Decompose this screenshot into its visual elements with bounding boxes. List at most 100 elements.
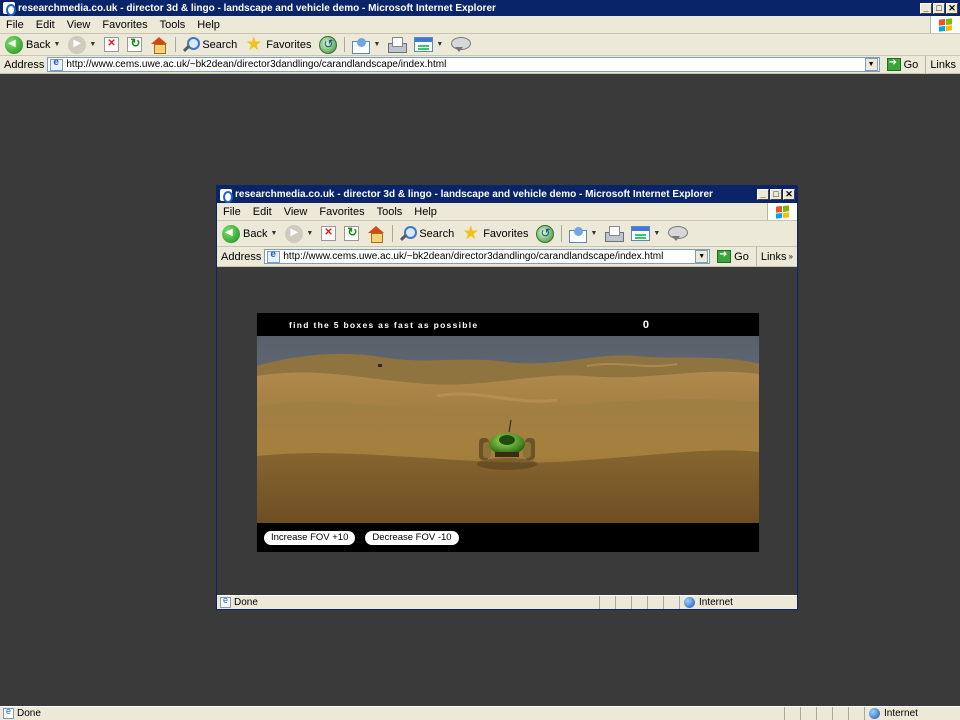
go-button[interactable]: Go — [713, 249, 753, 263]
game-viewport[interactable]: find the 5 boxes as fast as possible 0 I… — [257, 313, 759, 552]
close-button[interactable]: ✕ — [946, 2, 958, 14]
outer-toolbar: Back▼ ▼ Search Favorites ▼ ▼ — [0, 33, 960, 56]
back-label: Back — [26, 38, 51, 51]
chevron-down-icon[interactable]: ▼ — [53, 41, 60, 48]
menu-favorites[interactable]: Favorites — [96, 19, 153, 31]
page-done-icon — [3, 706, 14, 719]
mail-icon — [352, 37, 371, 54]
menu-edit[interactable]: Edit — [30, 19, 61, 31]
go-button[interactable]: Go — [883, 57, 923, 71]
media-icon — [536, 224, 555, 243]
close-button[interactable]: ✕ — [783, 189, 795, 200]
inner-menu-bar: File Edit View Favorites Tools Help — [217, 203, 797, 221]
page-icon — [267, 250, 281, 263]
back-button[interactable]: Back▼ — [2, 34, 63, 55]
edit-page-icon — [414, 37, 434, 52]
3d-landscape-scene[interactable] — [257, 336, 759, 523]
security-zone: Internet — [864, 707, 960, 720]
back-button[interactable]: Back▼ — [219, 221, 280, 246]
globe-icon — [684, 597, 695, 608]
go-arrow-icon — [717, 249, 732, 263]
home-button[interactable] — [364, 221, 388, 246]
menu-file[interactable]: File — [217, 206, 247, 218]
favorites-label: Favorites — [483, 227, 529, 240]
stop-button[interactable] — [101, 34, 122, 55]
menu-view[interactable]: View — [278, 206, 314, 218]
chevron-down-icon[interactable]: ▼ — [436, 41, 443, 48]
discuss-icon — [451, 37, 472, 52]
ie-icon — [220, 188, 233, 203]
chevron-down-icon[interactable]: ▼ — [373, 41, 380, 48]
menu-file[interactable]: File — [0, 19, 30, 31]
forward-button[interactable]: ▼ — [65, 34, 99, 55]
favorites-button[interactable]: Favorites — [459, 221, 531, 246]
chevron-down-icon[interactable]: ▼ — [590, 230, 597, 237]
edit-button[interactable]: ▼ — [628, 221, 663, 246]
stop-icon — [321, 226, 337, 241]
chevron-down-icon[interactable]: ▼ — [306, 230, 313, 237]
stop-button[interactable] — [318, 221, 339, 246]
favorites-button[interactable]: Favorites — [242, 33, 314, 56]
refresh-button[interactable] — [341, 221, 362, 246]
chevron-down-icon[interactable]: ▼ — [270, 230, 277, 237]
print-button[interactable] — [385, 34, 409, 55]
address-input[interactable] — [283, 251, 696, 262]
menu-help[interactable]: Help — [191, 19, 226, 31]
outer-menu-bar: File Edit View Favorites Tools Help — [0, 16, 960, 34]
address-dropdown-button[interactable]: ▼ — [864, 58, 878, 71]
printer-icon — [388, 37, 408, 53]
links-button[interactable]: Links» — [755, 247, 797, 266]
home-button[interactable] — [147, 34, 171, 55]
windows-flag-icon — [767, 203, 797, 220]
menu-help[interactable]: Help — [408, 206, 443, 218]
media-button[interactable] — [533, 221, 557, 246]
inner-page-content: find the 5 boxes as fast as possible 0 I… — [217, 267, 797, 595]
fov-controls: Increase FOV +10 Decrease FOV -10 — [257, 523, 759, 552]
minimize-button[interactable]: _ — [920, 2, 932, 14]
forward-button[interactable]: ▼ — [282, 221, 316, 246]
page-icon — [50, 58, 64, 71]
discuss-button[interactable] — [665, 221, 690, 246]
mail-button[interactable]: ▼ — [566, 221, 600, 246]
media-button[interactable] — [316, 34, 340, 55]
outer-title-bar[interactable]: researchmedia.co.uk - director 3d & ling… — [0, 0, 960, 16]
search-button[interactable]: Search — [397, 221, 457, 246]
address-dropdown-button[interactable]: ▼ — [695, 250, 709, 263]
menu-edit[interactable]: Edit — [247, 206, 278, 218]
refresh-icon — [127, 36, 143, 52]
home-icon — [150, 36, 168, 54]
links-button[interactable]: Links — [925, 56, 960, 73]
decrease-fov-button[interactable]: Decrease FOV -10 — [365, 530, 459, 545]
search-button[interactable]: Search — [180, 34, 240, 55]
edit-button[interactable]: ▼ — [411, 34, 446, 55]
discuss-button[interactable] — [448, 34, 473, 55]
game-hud: find the 5 boxes as fast as possible 0 — [257, 313, 759, 336]
menu-tools[interactable]: Tools — [154, 19, 192, 31]
media-icon — [319, 35, 338, 54]
zone-label: Internet — [699, 597, 733, 608]
address-field[interactable]: ▼ — [264, 249, 711, 264]
ie-icon — [3, 2, 16, 16]
chevron-down-icon[interactable]: ▼ — [89, 41, 96, 48]
address-input[interactable] — [66, 59, 865, 70]
minimize-button[interactable]: _ — [757, 189, 769, 200]
address-field[interactable]: ▼ — [47, 57, 880, 72]
inner-browser-window: researchmedia.co.uk - director 3d & ling… — [216, 185, 798, 610]
refresh-button[interactable] — [124, 34, 145, 55]
stop-icon — [104, 37, 120, 52]
outer-window-title: researchmedia.co.uk - director 3d & ling… — [18, 2, 496, 14]
go-label: Go — [903, 58, 919, 71]
chevron-down-icon[interactable]: ▼ — [653, 230, 660, 237]
maximize-button[interactable]: □ — [933, 2, 945, 14]
inner-status-bar: Done Internet — [217, 595, 797, 609]
hidden-box — [378, 364, 382, 367]
increase-fov-button[interactable]: Increase FOV +10 — [264, 530, 356, 545]
maximize-button[interactable]: □ — [770, 189, 782, 200]
menu-favorites[interactable]: Favorites — [313, 206, 370, 218]
mail-button[interactable]: ▼ — [349, 34, 383, 55]
print-button[interactable] — [602, 221, 626, 246]
menu-tools[interactable]: Tools — [371, 206, 409, 218]
menu-view[interactable]: View — [61, 19, 97, 31]
outer-status-bar: Done Internet — [0, 706, 960, 720]
inner-title-bar[interactable]: researchmedia.co.uk - director 3d & ling… — [217, 186, 797, 203]
